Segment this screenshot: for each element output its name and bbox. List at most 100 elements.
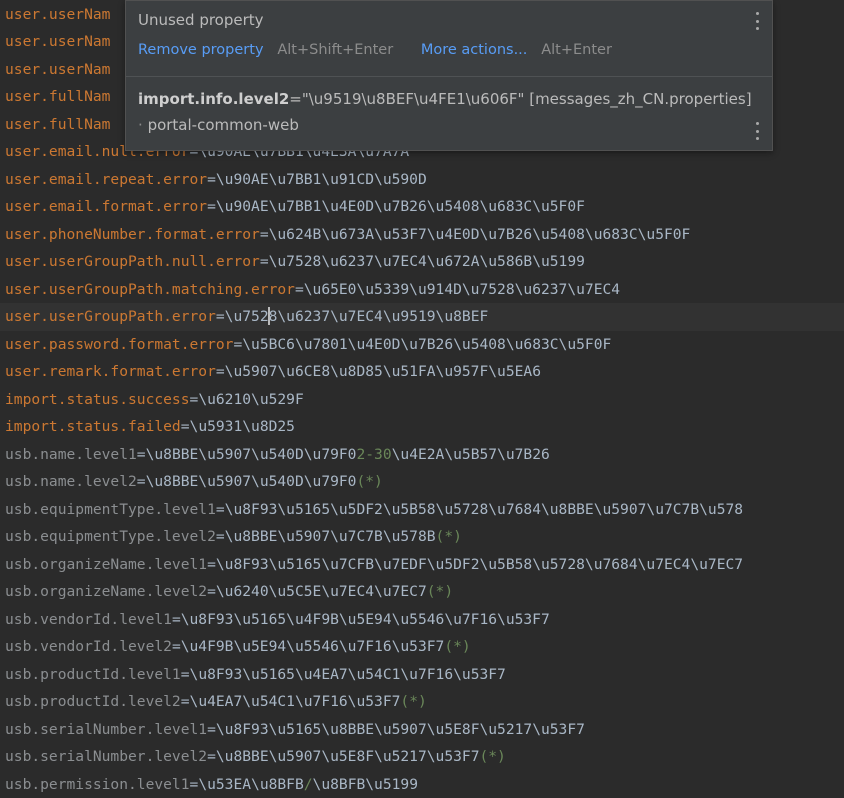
property-key: user.userGroupPath.null.error [5, 253, 260, 270]
plain-text-segment: (*) [436, 528, 462, 545]
plain-text-segment: / [304, 776, 313, 793]
property-key: import.status.success [5, 391, 190, 408]
code-line[interactable]: usb.vendorId.level1=\u8F93\u5165\u4F9B\u… [0, 606, 844, 634]
code-line[interactable]: user.email.repeat.error=\u90AE\u7BB1\u91… [0, 166, 844, 194]
code-line[interactable]: import.status.success=\u6210\u529F [0, 386, 844, 414]
code-line[interactable]: user.userGroupPath.matching.error=\u65E0… [0, 276, 844, 304]
property-key: user.userNam [5, 6, 110, 23]
property-documentation: import.info.level2="\u9519\u8BEF\u4FE1\u… [138, 90, 752, 108]
popup-actions: Remove property Alt+Shift+Enter More act… [138, 42, 612, 58]
doc-module-name: portal-common-web [148, 116, 299, 134]
equals-sign: = [260, 253, 269, 270]
property-key: usb.vendorId.level2 [5, 638, 172, 655]
kebab-menu-icon[interactable] [750, 12, 764, 30]
property-key: user.phoneNumber.format.error [5, 226, 260, 243]
code-line[interactable]: usb.organizeName.level2=\u6240\u5C5E\u7E… [0, 578, 844, 606]
property-key: user.password.format.error [5, 336, 233, 353]
equals-sign: = [260, 226, 269, 243]
code-line[interactable]: usb.serialNumber.level2=\u8BBE\u5907\u5E… [0, 743, 844, 771]
code-line[interactable]: import.status.failed=\u5931\u8D25 [0, 413, 844, 441]
more-actions-link[interactable]: More actions... [421, 42, 528, 58]
property-key: usb.productId.level1 [5, 666, 181, 683]
property-value: \u7528\u6237\u7EC4\u672A\u586B\u5199 [269, 253, 585, 270]
property-value: \u8F93\u5165\u8BBE\u5907\u5E8F\u5217\u53… [216, 721, 585, 738]
property-value: \u8BBE\u5907\u5E8F\u5217\u53F7 [216, 748, 480, 765]
code-line[interactable]: usb.name.level2=\u8BBE\u5907\u540D\u79F0… [0, 468, 844, 496]
equals-sign: = [216, 363, 225, 380]
equals-sign: = [233, 336, 242, 353]
equals-sign: = [207, 748, 216, 765]
popup-header: Unused property Remove property Alt+Shif… [126, 1, 772, 76]
equals-sign: = [207, 583, 216, 600]
property-value: \u8BBE\u5907\u540D\u79F0 [146, 473, 357, 490]
code-line[interactable]: usb.serialNumber.level1=\u8F93\u5165\u8B… [0, 716, 844, 744]
property-key: usb.organizeName.level1 [5, 556, 207, 573]
property-key: user.userNam [5, 61, 110, 78]
equals-sign: = [181, 693, 190, 710]
property-value: \u53EA\u8BFB [198, 776, 303, 793]
plain-text-segment: (*) [400, 693, 426, 710]
doc-property-value: ="\u9519\u8BEF\u4FE1\u606F" [messages_zh… [289, 90, 751, 108]
equals-sign: = [207, 198, 216, 215]
equals-sign: = [216, 501, 225, 518]
property-value: \u6210\u529F [198, 391, 303, 408]
code-line[interactable]: user.email.format.error=\u90AE\u7BB1\u4E… [0, 193, 844, 221]
property-key: usb.equipmentType.level1 [5, 501, 216, 518]
equals-sign: = [181, 666, 190, 683]
property-value: \u5BC6\u7801\u4E0D\u7B26\u5408\u683C\u5F… [242, 336, 611, 353]
property-value: \u8F93\u5165\u7CFB\u7EDF\u5DF2\u5B58\u57… [216, 556, 743, 573]
property-value: \u65E0\u5339\u914D\u7528\u6237\u7EC4 [304, 281, 620, 298]
property-value: \u5907\u6CE8\u8D85\u51FA\u957F\u5EA6 [225, 363, 541, 380]
property-value: \u90AE\u7BB1\u4E0D\u7B26\u5408\u683C\u5F… [216, 198, 585, 215]
code-line[interactable]: user.remark.format.error=\u5907\u6CE8\u8… [0, 358, 844, 386]
equals-sign: = [190, 391, 199, 408]
equals-sign: = [207, 721, 216, 738]
equals-sign: = [172, 611, 181, 628]
plain-text-segment: (*) [479, 748, 505, 765]
property-value: \u8F93\u5165\u4EA7\u54C1\u7F16\u53F7 [190, 666, 506, 683]
equals-sign: = [172, 638, 181, 655]
plain-text-segment: (*) [356, 473, 382, 490]
code-line[interactable]: usb.name.level1=\u8BBE\u5907\u540D\u79F0… [0, 441, 844, 469]
code-line[interactable]: usb.productId.level1=\u8F93\u5165\u4EA7\… [0, 661, 844, 689]
equals-sign: = [137, 446, 146, 463]
property-value: \u8F93\u5165\u5DF2\u5B58\u5728\u7684\u8B… [225, 501, 743, 518]
equals-sign: = [137, 473, 146, 490]
equals-sign: = [216, 528, 225, 545]
code-line[interactable]: user.userGroupPath.error=\u7528\u6237\u7… [0, 303, 844, 331]
property-key: user.userGroupPath.matching.error [5, 281, 295, 298]
code-line[interactable]: usb.vendorId.level2=\u4F9B\u5E94\u5546\u… [0, 633, 844, 661]
equals-sign: = [207, 171, 216, 188]
code-line[interactable]: usb.equipmentType.level2=\u8BBE\u5907\u7… [0, 523, 844, 551]
code-line[interactable]: usb.productId.level2=\u4EA7\u54C1\u7F16\… [0, 688, 844, 716]
property-value: \u4EA7\u54C1\u7F16\u53F7 [190, 693, 401, 710]
doc-kebab-menu-icon[interactable] [750, 122, 764, 140]
equals-sign: = [190, 776, 199, 793]
code-line[interactable]: user.userGroupPath.null.error=\u7528\u62… [0, 248, 844, 276]
property-key: usb.name.level2 [5, 473, 137, 490]
property-key: import.status.failed [5, 418, 181, 435]
plain-text-segment: 2-30 [356, 446, 391, 463]
property-key: usb.organizeName.level2 [5, 583, 207, 600]
property-value-tail: \u4E2A\u5B57\u7B26 [392, 446, 550, 463]
property-value: \u752 [225, 308, 269, 325]
remove-property-link[interactable]: Remove property [138, 42, 264, 58]
equals-sign: = [295, 281, 304, 298]
code-line[interactable]: usb.organizeName.level1=\u8F93\u5165\u7C… [0, 551, 844, 579]
code-line[interactable]: user.phoneNumber.format.error=\u624B\u67… [0, 221, 844, 249]
code-line[interactable]: usb.equipmentType.level1=\u8F93\u5165\u5… [0, 496, 844, 524]
property-value: \u4F9B\u5E94\u5546\u7F16\u53F7 [181, 638, 445, 655]
property-key: usb.equipmentType.level2 [5, 528, 216, 545]
property-key: usb.productId.level2 [5, 693, 181, 710]
code-line[interactable]: user.password.format.error=\u5BC6\u7801\… [0, 331, 844, 359]
property-key: user.email.repeat.error [5, 171, 207, 188]
property-value: \u8BBE\u5907\u540D\u79F0 [146, 446, 357, 463]
inspection-popup: Unused property Remove property Alt+Shif… [125, 0, 773, 151]
popup-divider [126, 76, 772, 77]
property-key: user.fullNam [5, 116, 110, 133]
property-key: usb.name.level1 [5, 446, 137, 463]
equals-sign: = [207, 556, 216, 573]
property-key: user.userNam [5, 33, 110, 50]
property-value: 8\u6237\u7EC4\u9519\u8BEF [269, 308, 489, 325]
popup-title: Unused property [138, 11, 264, 29]
